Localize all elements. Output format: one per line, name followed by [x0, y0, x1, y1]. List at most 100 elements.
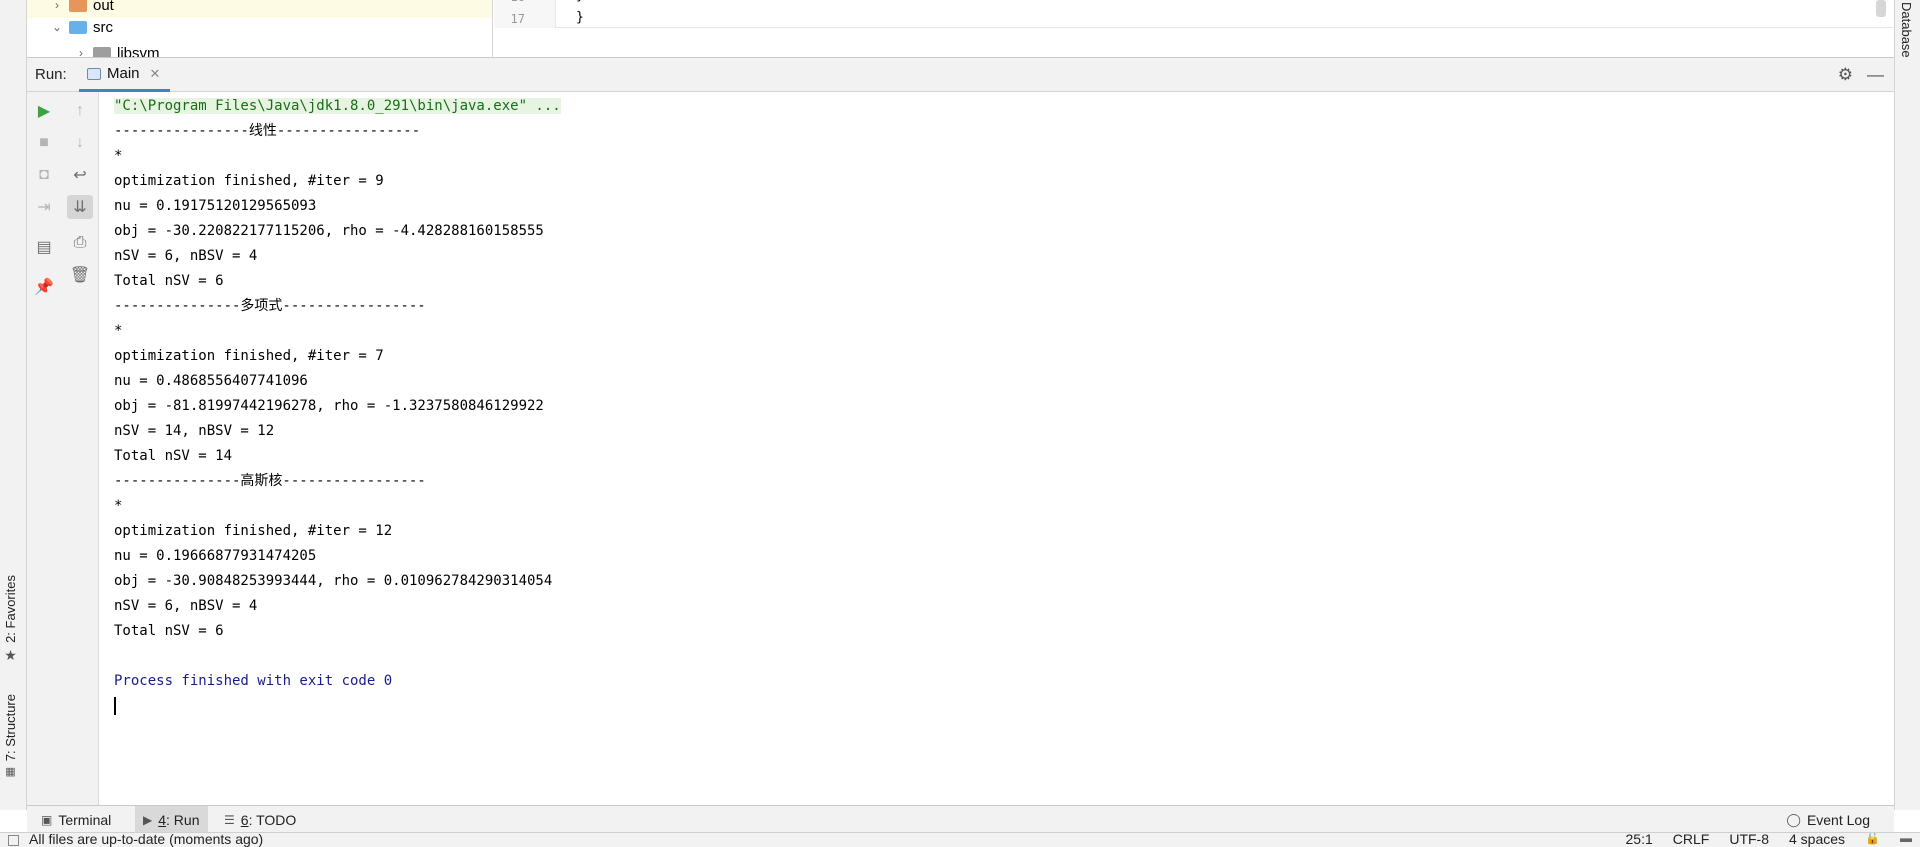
list-icon: ☰: [224, 812, 235, 827]
tab-terminal-label: Terminal: [58, 811, 112, 828]
run-header-actions: ⚙ —: [1838, 65, 1884, 85]
console-line: ---------------高斯核-----------------: [114, 473, 426, 489]
tab-terminal[interactable]: ▣ Terminal: [33, 806, 119, 833]
status-right: 25:1 CRLF UTF-8 4 spaces 🔓 ▬: [1626, 833, 1912, 847]
print-button[interactable]: ⎙: [67, 231, 93, 255]
run-tab-label: Main: [107, 65, 140, 82]
scroll-to-end-button[interactable]: ⇊: [67, 195, 93, 219]
indent-setting[interactable]: 4 spaces: [1789, 833, 1845, 847]
database-tab[interactable]: Database: [1899, 2, 1914, 58]
pin-icon: 📌: [34, 279, 54, 296]
up-button[interactable]: ↑: [67, 99, 93, 123]
soft-wrap-button[interactable]: ↩: [67, 163, 93, 187]
bottom-tool-bar: ▣ Terminal ▶ 4: Run ☰ 6: TODO ◯ Event Lo…: [27, 805, 1894, 833]
close-icon[interactable]: ✕: [150, 66, 161, 82]
clear-button[interactable]: 🗑: [67, 263, 93, 287]
tab-todo[interactable]: ☰ 6: TODO: [216, 806, 304, 833]
tree-item-label: src: [93, 18, 113, 36]
lock-icon[interactable]: 🔓: [1865, 833, 1880, 847]
tree-item-label: out: [93, 0, 114, 14]
rerun-button[interactable]: ▶: [31, 99, 57, 123]
pin-button[interactable]: 📌: [31, 275, 57, 299]
run-tab-main[interactable]: Main ✕: [79, 58, 171, 92]
console-line: optimization finished, #iter = 12: [114, 523, 393, 539]
caret-position[interactable]: 25:1: [1626, 833, 1653, 847]
event-log-button[interactable]: ◯ Event Log: [1786, 806, 1870, 833]
console-line: nSV = 14, nBSV = 12: [114, 423, 275, 439]
gear-icon[interactable]: ⚙: [1838, 65, 1853, 85]
exit-button[interactable]: ⇥: [31, 195, 57, 219]
console-line: ---------------多项式-----------------: [114, 298, 426, 314]
layout-button[interactable]: ▤: [31, 235, 57, 259]
dump-threads-button[interactable]: ◘: [31, 163, 57, 187]
run-window-header: Run: Main ✕ ⚙ —: [27, 57, 1894, 92]
console-input-line[interactable]: [114, 694, 561, 719]
star-icon: ★: [4, 646, 17, 663]
status-left: All files are up-to-date (moments ago): [8, 832, 264, 847]
folder-icon: [69, 0, 87, 12]
console-line: obj = -30.220822177115206, rho = -4.4282…: [114, 223, 544, 239]
console-line: *: [114, 148, 123, 164]
code-line: }: [576, 0, 584, 3]
tab-run-label: 4: Run: [158, 811, 200, 828]
run-label: Run:: [35, 66, 67, 83]
console-line: *: [114, 323, 123, 339]
structure-tab[interactable]: 7: Structure ▦: [3, 694, 18, 778]
chevron-down-icon[interactable]: ⌄: [51, 20, 63, 34]
console-line-exit: Process finished with exit code 0: [114, 673, 393, 689]
run-toolbar-primary: ▶ ■ ◘ ⇥ ▤ 📌: [27, 92, 61, 810]
console-line: nSV = 6, nBSV = 4: [114, 598, 258, 614]
run-toolbar-secondary: ↑ ↓ ↩ ⇊ ⎙ 🗑: [61, 92, 99, 810]
right-tool-strip: Database: [1894, 0, 1920, 810]
structure-icon: ▦: [5, 766, 16, 779]
stop-button[interactable]: ■: [31, 131, 57, 155]
text-cursor: [114, 697, 116, 715]
printer-icon: ⎙: [73, 234, 87, 251]
line-separator[interactable]: CRLF: [1673, 833, 1710, 847]
exit-icon: ⇥: [37, 199, 51, 216]
tab-run[interactable]: ▶ 4: Run: [135, 806, 208, 833]
left-tool-strip: 2: Favorites ★ 7: Structure ▦: [0, 0, 27, 810]
favorites-tab[interactable]: 2: Favorites ★: [3, 575, 18, 664]
console-line-command: "C:\Program Files\Java\jdk1.8.0_291\bin\…: [114, 98, 561, 114]
chevron-right-icon[interactable]: ›: [51, 0, 63, 12]
minimize-icon[interactable]: —: [1867, 65, 1884, 85]
speech-bubble-icon: ◯: [1786, 811, 1801, 827]
console-line: ----------------线性-----------------: [114, 123, 421, 139]
console-line: Total nSV = 6: [114, 623, 224, 639]
terminal-icon: ▣: [41, 812, 53, 827]
play-icon: ▶: [37, 103, 51, 120]
console-line: *: [114, 498, 123, 514]
tree-item-src[interactable]: ⌄ src: [27, 14, 113, 40]
editor-scrollbar[interactable]: [1876, 0, 1886, 17]
arrow-up-icon: ↑: [76, 102, 84, 119]
console-line: Total nSV = 14: [114, 448, 233, 464]
structure-label: 7: Structure: [3, 694, 18, 762]
console-lines: "C:\Program Files\Java\jdk1.8.0_291\bin\…: [114, 94, 561, 719]
camera-icon: ◘: [39, 166, 49, 183]
console-line: obj = -81.81997442196278, rho = -1.32375…: [114, 398, 544, 414]
console-line: nSV = 6, nBSV = 4: [114, 248, 258, 264]
stop-icon: ■: [39, 134, 49, 151]
editor-gutter: 16 17: [494, 0, 556, 28]
file-encoding[interactable]: UTF-8: [1729, 833, 1769, 847]
console-line: nu = 0.19666877931474205: [114, 548, 317, 564]
status-message: All files are up-to-date (moments ago): [29, 832, 264, 847]
trash-icon: 🗑: [69, 267, 91, 284]
down-button[interactable]: ↓: [67, 131, 93, 155]
scroll-end-icon: ⇊: [73, 199, 87, 216]
console-line: Total nSV = 6: [114, 273, 224, 289]
soft-wrap-icon: ↩: [73, 167, 87, 184]
layout-toggle-icon[interactable]: [8, 835, 19, 846]
memory-icon[interactable]: ▬: [1900, 833, 1912, 847]
project-tree: › out ⌄ src › libsvm: [27, 0, 493, 62]
console-line: nu = 0.4868556407741096: [114, 373, 308, 389]
console-line: obj = -30.90848253993444, rho = 0.010962…: [114, 573, 553, 589]
console-line: optimization finished, #iter = 7: [114, 348, 384, 364]
console-output[interactable]: "C:\Program Files\Java\jdk1.8.0_291\bin\…: [99, 92, 1894, 805]
console-line: optimization finished, #iter = 9: [114, 173, 384, 189]
layout-icon: ▤: [36, 239, 52, 256]
code-editor[interactable]: 16 17 } }: [494, 0, 1894, 28]
line-number: 16: [511, 0, 525, 4]
